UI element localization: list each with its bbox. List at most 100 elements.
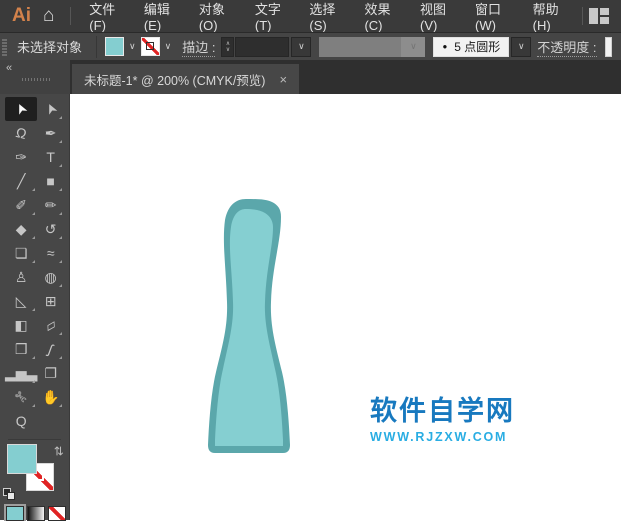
- chevron-down-icon: ∨: [410, 41, 417, 51]
- mesh-tool[interactable]: ⊞: [37, 289, 64, 313]
- eraser-icon: ◆: [15, 221, 27, 237]
- rotate-tool[interactable]: ↺: [37, 217, 64, 241]
- eraser-tool[interactable]: ◆: [5, 217, 37, 241]
- slice-tool[interactable]: ✄: [5, 385, 37, 409]
- symbols-icon: ❒: [14, 341, 28, 357]
- curvature-tool[interactable]: ✑: [5, 145, 37, 169]
- type-tool[interactable]: T: [37, 145, 64, 169]
- artboard-icon: ❐: [44, 365, 57, 381]
- perspective-grid-tool[interactable]: ◺: [5, 289, 37, 313]
- stroke-weight-input[interactable]: [235, 36, 290, 57]
- rectangle-tool[interactable]: ■: [37, 169, 64, 193]
- selection-tool[interactable]: ➤: [5, 97, 38, 121]
- opacity-input[interactable]: [604, 36, 612, 57]
- gradient-mode-button[interactable]: [27, 506, 45, 521]
- stepper-down-icon[interactable]: ∨: [226, 47, 230, 53]
- workspace-switcher-icon[interactable]: [588, 8, 609, 24]
- menu-item-select[interactable]: 选择(S): [297, 0, 352, 33]
- fill-dropdown-chevron-icon[interactable]: ∨: [124, 41, 141, 52]
- perspective-grid-icon: ◺: [15, 293, 27, 309]
- line-segment-tool[interactable]: ╱: [5, 169, 37, 193]
- lasso-tool[interactable]: Ω: [5, 121, 37, 145]
- menu-item-help[interactable]: 帮助(H): [521, 0, 577, 33]
- menu-item-view[interactable]: 视图(V): [408, 0, 463, 33]
- width-tool[interactable]: ≈: [37, 241, 64, 265]
- shape-builder-icon: ◍: [44, 269, 57, 285]
- brush-dot-icon: ●: [442, 42, 448, 51]
- pencil-icon: ✏: [44, 197, 57, 213]
- eyedropper-icon: ʃ: [46, 340, 55, 358]
- brush-preset-label: 5 点圆形: [454, 40, 501, 54]
- scale-tool[interactable]: ❏: [5, 241, 37, 265]
- watermark-url: WWW.RJZXW.COM: [370, 429, 508, 444]
- column-graph-tool[interactable]: ▂▅▃: [5, 361, 37, 385]
- pencil-tool[interactable]: ✏: [37, 193, 64, 217]
- menu-item-file[interactable]: 文件(F): [77, 0, 132, 33]
- pushpin-icon: ♙: [14, 269, 28, 285]
- color-mode-button[interactable]: [4, 504, 26, 521]
- stroke-weight-dropdown[interactable]: ∨: [291, 36, 312, 57]
- stroke-dropdown-chevron-icon[interactable]: ∨: [160, 41, 177, 52]
- fill-stroke-indicator: ⇄: [0, 444, 69, 502]
- puppet-warp-tool[interactable]: ♙: [5, 265, 37, 289]
- menu-item-edit[interactable]: 编辑(E): [132, 0, 187, 33]
- menu-items: 文件(F) 编辑(E) 对象(O) 文字(T) 选择(S) 效果(C) 视图(V) 窗口(W)…: [77, 0, 577, 33]
- measure-tool[interactable]: ▱: [37, 313, 64, 337]
- opacity-label[interactable]: 不透明度 :: [537, 37, 597, 57]
- close-tab-icon[interactable]: ×: [279, 73, 287, 86]
- document-tab[interactable]: 未标题-1* @ 200% (CMYK/预览) ×: [72, 64, 300, 94]
- menu-item-object[interactable]: 对象(O): [187, 0, 243, 33]
- vase-shape[interactable]: [200, 197, 300, 459]
- zoom-tool[interactable]: Q: [5, 409, 37, 433]
- stroke-weight-stepper[interactable]: ∧ ∨: [221, 36, 235, 57]
- stroke-color-swatch[interactable]: [140, 37, 160, 56]
- artboard-tool[interactable]: ❐: [37, 361, 64, 385]
- collapse-toolbar-icon[interactable]: «: [6, 62, 12, 74]
- rotate-icon: ↺: [44, 221, 57, 237]
- toolbar: ➤ ➤ Ω ✒ ✑ T ╱ ■ ✐ ✏ ◆ ↺ ❏ ≈ ♙ ◍ ◺ ⊞ ◧ ▱ ❒ ʃ ▂▅▃ ❐ ✄ ✋ Q ⇄: [0, 94, 70, 521]
- menu-item-type[interactable]: 文字(T): [243, 0, 298, 33]
- pen-nib-icon: ✒: [44, 125, 57, 141]
- menu-separator: [582, 7, 583, 25]
- gradient-icon: ◧: [14, 317, 28, 333]
- swap-fill-stroke-icon[interactable]: ⇄: [52, 446, 66, 456]
- toolbar-grip-icon[interactable]: [22, 78, 52, 81]
- canvas[interactable]: 软件自学网 WWW.RJZXW.COM: [70, 94, 621, 520]
- pen-tool[interactable]: ✒: [37, 121, 64, 145]
- menu-bar: Ai ⌂ 文件(F) 编辑(E) 对象(O) 文字(T) 选择(S) 效果(C) 视图(V)…: [0, 0, 621, 33]
- toolbar-header: «: [0, 60, 70, 94]
- hand-tool[interactable]: ✋: [37, 385, 64, 409]
- tools-grid: ➤ ➤ Ω ✒ ✑ T ╱ ■ ✐ ✏ ◆ ↺ ❏ ≈ ♙ ◍ ◺ ⊞ ◧ ▱ ❒ ʃ ▂▅▃ ❐ ✄ ✋ Q: [0, 94, 69, 433]
- none-mode-button[interactable]: [48, 506, 66, 521]
- ruler-icon: ▱: [41, 315, 60, 335]
- menu-item-window[interactable]: 窗口(W): [463, 0, 521, 33]
- direct-selection-tool[interactable]: ➤: [37, 97, 64, 121]
- symbol-sprayer-tool[interactable]: ❒: [5, 337, 37, 361]
- menu-item-effect[interactable]: 效果(C): [352, 0, 408, 33]
- fill-swatch[interactable]: [7, 444, 37, 474]
- brush-preset-dropdown[interactable]: ∨: [511, 36, 532, 57]
- app-logo-icon[interactable]: Ai: [0, 5, 41, 27]
- chevron-down-icon: ∨: [518, 41, 525, 51]
- width-profile-dropdown: ∨: [319, 36, 426, 57]
- lasso-icon: Ω: [14, 123, 29, 143]
- mesh-icon: ⊞: [44, 293, 57, 309]
- watermark-title: 软件自学网: [370, 396, 515, 426]
- shape-builder-tool[interactable]: ◍: [37, 265, 64, 289]
- type-icon: T: [46, 149, 55, 165]
- eyedropper-tool[interactable]: ʃ: [37, 337, 64, 361]
- stroke-weight-label[interactable]: 描边 :: [182, 37, 216, 57]
- gradient-tool[interactable]: ◧: [5, 313, 37, 337]
- paintbrush-tool[interactable]: ✐: [5, 193, 37, 217]
- document-tab-title: 未标题-1* @ 200% (CMYK/预览): [84, 73, 266, 88]
- chevron-down-icon: ∨: [298, 41, 305, 51]
- home-icon[interactable]: ⌂: [41, 6, 64, 27]
- knife-icon: ✄: [11, 387, 31, 407]
- fill-color-swatch[interactable]: [105, 37, 125, 56]
- selection-status: 未选择对象: [17, 40, 83, 55]
- column-graph-icon: ▂▅▃: [5, 365, 38, 381]
- direct-select-arrow-icon: ➤: [40, 100, 61, 118]
- brush-preset-field[interactable]: ● 5 点圆形: [433, 36, 510, 57]
- magnifier-icon: Q: [15, 413, 27, 429]
- default-fill-stroke-icon[interactable]: [3, 488, 15, 500]
